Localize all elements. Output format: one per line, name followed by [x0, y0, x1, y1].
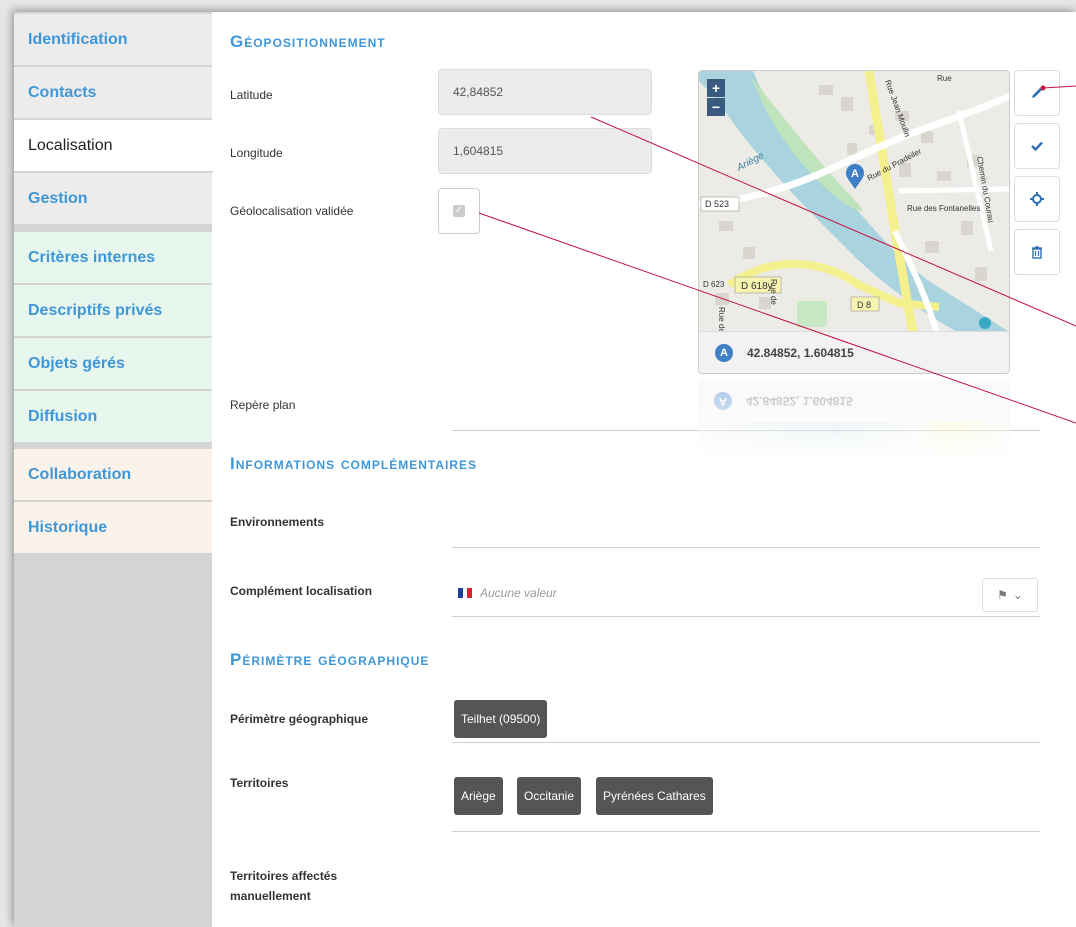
- check-icon: ✓: [453, 205, 465, 217]
- map-pin-label: A: [851, 168, 859, 180]
- complement-localisation-placeholder: Aucune valeur: [480, 586, 557, 600]
- divider: [452, 831, 1040, 832]
- plan-label: Repère plan: [230, 398, 296, 412]
- validate-location-button[interactable]: [1014, 123, 1060, 169]
- edit-location-button[interactable]: [1014, 70, 1060, 116]
- sidebar-item-collaboration[interactable]: Collaboration: [14, 449, 212, 501]
- section-title-geopositionnement: Géopositionnement: [230, 32, 386, 51]
- map-canvas[interactable]: A D 523 D 618y D 8 D 623 Ariège Rue du P…: [699, 71, 1010, 333]
- divider: [452, 547, 1040, 548]
- map-green-area: [797, 301, 827, 327]
- map-label-fontanelles: Rue des Fontanelles: [907, 204, 980, 213]
- complement-localisation-field[interactable]: Aucune valeur: [458, 586, 557, 600]
- main-content: Géopositionnement Latitude 42,84852 Long…: [212, 12, 1076, 927]
- map-label-d8: D 8: [857, 300, 871, 310]
- complement-localisation-label: Complément localisation: [230, 584, 373, 598]
- sidebar-item-identification[interactable]: Identification: [14, 14, 212, 66]
- longitude-label: Longitude: [230, 146, 283, 160]
- chevron-down-icon: ⌄: [1012, 588, 1023, 602]
- map-label-d618y: D 618y: [741, 281, 773, 292]
- geolocation-validated-label: Géolocalisation validée: [230, 204, 354, 218]
- french-flag-icon: [458, 588, 473, 598]
- territoires-label: Territoires: [230, 776, 289, 790]
- map[interactable]: A D 523 D 618y D 8 D 623 Ariège Rue du P…: [698, 70, 1010, 374]
- map-label-d623: D 623: [703, 280, 725, 289]
- sidebar-item-descriptifs-prives[interactable]: Descriptifs privés: [14, 285, 212, 337]
- reflection-fade: [698, 380, 1010, 472]
- map-coordinates: 42.84852, 1.604815: [747, 345, 854, 360]
- zoom-out-button[interactable]: −: [707, 98, 725, 116]
- geolocation-validated-checkbox[interactable]: ✓: [438, 188, 480, 234]
- locate-button[interactable]: [1014, 176, 1060, 222]
- check-icon: [1031, 141, 1043, 152]
- location-pin-icon: A: [715, 343, 733, 362]
- crosshair-icon: [1030, 192, 1044, 206]
- sidebar-item-gestion[interactable]: Gestion: [14, 173, 212, 225]
- sidebar-item-diffusion[interactable]: Diffusion: [14, 391, 212, 443]
- section-title-perimetre: Périmètre géographique: [230, 650, 430, 669]
- divider: [452, 616, 1040, 617]
- map-reflection: A 42.84852, 1.604815: [698, 380, 1010, 472]
- territoires-manuels-label: Territoires affectés manuellement: [230, 866, 337, 906]
- territoire-tag: Ariège: [454, 777, 503, 815]
- sidebar-item-localisation[interactable]: Localisation: [14, 120, 214, 172]
- sidebar-item-objets-geres[interactable]: Objets gérés: [14, 338, 212, 390]
- perimetre-tag: Teilhet (09500): [454, 700, 548, 738]
- section-title-informations: Informations complémentaires: [230, 454, 477, 473]
- map-label-rue-des: Rue des: [717, 307, 726, 333]
- map-marker-dot: [979, 317, 991, 329]
- latitude-field[interactable]: 42,84852: [438, 69, 652, 115]
- sidebar-item-criteres-internes[interactable]: Critères internes: [14, 232, 212, 284]
- app-frame: Identification Contacts Localisation Ges…: [14, 12, 1076, 927]
- territoire-tag: Occitanie: [517, 777, 582, 815]
- territoires-manuels-label-line1: Territoires affectés: [230, 869, 338, 883]
- map-footer: A 42.84852, 1.604815: [699, 331, 1009, 373]
- territoires-manuels-label-line2: manuellement: [230, 889, 311, 903]
- divider: [452, 742, 1040, 743]
- map-label-d523: D 523: [705, 199, 729, 209]
- sidebar: Identification Contacts Localisation Ges…: [14, 12, 214, 927]
- zoom-in-button[interactable]: +: [707, 79, 725, 97]
- latitude-label: Latitude: [230, 88, 273, 102]
- flag-icon: ⚑: [997, 588, 1008, 602]
- map-label-rue: Rue: [937, 74, 952, 83]
- map-road-fontanelles: [898, 186, 1009, 194]
- perimetre-label: Périmètre géographique: [230, 712, 369, 726]
- trash-icon: [1032, 246, 1042, 259]
- language-select[interactable]: ⚑ ⌄: [982, 578, 1038, 612]
- territoire-tag: Pyrénées Cathares: [596, 777, 713, 815]
- sidebar-item-historique[interactable]: Historique: [14, 502, 212, 554]
- environnements-label: Environnements: [230, 515, 325, 529]
- longitude-field[interactable]: 1,604815: [438, 128, 652, 174]
- delete-location-button[interactable]: [1014, 229, 1060, 275]
- map-label-rue-de: Rue de: [769, 279, 778, 305]
- sidebar-item-contacts[interactable]: Contacts: [14, 67, 212, 119]
- pencil-icon: [1032, 88, 1042, 98]
